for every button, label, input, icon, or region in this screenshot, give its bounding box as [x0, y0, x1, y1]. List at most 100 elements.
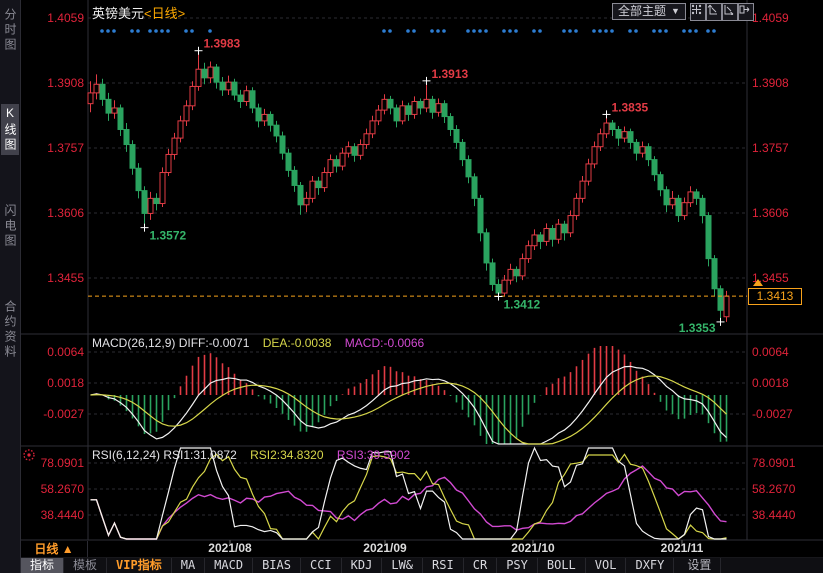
event-dot — [148, 29, 152, 33]
candle — [442, 104, 447, 117]
candle — [550, 228, 555, 239]
candle — [262, 114, 267, 120]
event-dot — [388, 29, 392, 33]
candle — [532, 235, 537, 246]
toolbar-item-DXFY[interactable]: DXFY — [626, 558, 674, 573]
scale-horizontal-icon[interactable] — [722, 3, 738, 21]
toolbar-item-KDJ[interactable]: KDJ — [342, 558, 383, 573]
event-dot — [430, 29, 434, 33]
price-annotation: 1.3412 — [504, 298, 541, 312]
toolbar-item-CCI[interactable]: CCI — [301, 558, 342, 573]
candle — [724, 296, 729, 317]
candle — [244, 91, 249, 102]
candle — [148, 198, 153, 213]
toolbar-item-LW&[interactable]: LW& — [382, 558, 423, 573]
candle — [370, 121, 375, 134]
candle — [190, 86, 195, 105]
candle — [334, 160, 339, 166]
event-dot — [184, 29, 188, 33]
candle — [136, 168, 141, 190]
event-dot — [574, 29, 578, 33]
toolbar-item-模板[interactable]: 模板 — [64, 558, 107, 573]
event-dot — [514, 29, 518, 33]
toolbar-item-BIAS[interactable]: BIAS — [253, 558, 301, 573]
candle — [154, 198, 159, 203]
candle — [328, 160, 333, 173]
candle — [382, 99, 387, 110]
macd-macd-readout: MACD:-0.0066 — [345, 336, 424, 350]
event-dot — [502, 29, 506, 33]
candle — [574, 198, 579, 215]
price-up-arrow-icon — [753, 279, 763, 286]
candle — [112, 108, 117, 113]
toolbar-item-VOL[interactable]: VOL — [586, 558, 627, 573]
toolbar-item-RSI[interactable]: RSI — [423, 558, 464, 573]
macd-axis-label-left: 0.0064 — [28, 345, 84, 359]
rsi-axis-label-right: 38.4440 — [752, 508, 808, 522]
candle — [436, 104, 441, 113]
theme-dropdown[interactable]: 全部主题 ▼ — [612, 3, 686, 20]
event-dot — [190, 29, 194, 33]
candle — [646, 147, 651, 160]
sidebar-tab-flash-chart[interactable]: 闪电图 — [1, 202, 19, 251]
candle — [430, 99, 435, 112]
toolbar-item-指标[interactable]: 指标 — [21, 558, 64, 573]
event-dot — [442, 29, 446, 33]
sidebar-tab-contract-info[interactable]: 合约资料 — [1, 298, 19, 362]
pan-right-icon[interactable] — [738, 3, 754, 21]
candle — [514, 269, 519, 275]
last-price-badge: 1.3413 — [748, 288, 802, 305]
candle — [250, 91, 255, 108]
candle — [520, 259, 525, 276]
candle — [340, 153, 345, 166]
chart-canvas[interactable]: 1.39831.39131.38351.35721.34121.3353 — [0, 0, 823, 573]
candle — [454, 129, 459, 142]
trading-terminal-window: 1.39831.39131.38351.35721.34121.3353 分时图… — [0, 0, 823, 573]
candle — [424, 99, 429, 108]
chevron-down-icon: ▼ — [671, 4, 680, 19]
candle — [568, 216, 573, 233]
move-crosshair-icon[interactable] — [690, 3, 706, 21]
date-label: 2021/10 — [493, 541, 573, 555]
theme-dropdown-label: 全部主题 — [618, 4, 666, 19]
candle — [616, 129, 621, 138]
candle — [460, 142, 465, 159]
candle — [322, 173, 327, 188]
rsi-axis-label-right: 58.2670 — [752, 482, 808, 496]
sidebar-tab-kline-chart[interactable]: K线图 — [1, 104, 19, 155]
candle — [718, 289, 723, 311]
period-selector[interactable]: 日线 ▲ — [21, 541, 88, 557]
candle — [130, 145, 135, 169]
candle — [694, 192, 699, 198]
scale-vertical-icon[interactable] — [706, 3, 722, 21]
event-dot — [106, 29, 110, 33]
price-annotation: 1.3353 — [679, 321, 716, 335]
rsi-axis-label-left: 58.2670 — [28, 482, 84, 496]
candle — [706, 216, 711, 259]
toolbar-item-MACD[interactable]: MACD — [205, 558, 253, 573]
macd-axis-label-left: -0.0027 — [28, 407, 84, 421]
candle — [394, 108, 399, 121]
toolbar-item-CR[interactable]: CR — [464, 558, 497, 573]
candle — [478, 198, 483, 232]
candle — [118, 108, 123, 130]
candle — [700, 198, 705, 215]
macd-axis-label-right: -0.0027 — [752, 407, 808, 421]
event-dot — [532, 29, 536, 33]
chart-title: 英镑美元<日线> — [92, 3, 185, 22]
toolbar-item-PSY[interactable]: PSY — [497, 558, 538, 573]
candle — [544, 228, 549, 241]
candle — [208, 67, 213, 78]
toolbar-item-VIP指标[interactable]: VIP指标 — [107, 558, 172, 573]
candle — [184, 106, 189, 121]
price-axis-label-left: 1.3908 — [28, 76, 84, 90]
candle — [466, 160, 471, 177]
candle — [202, 69, 207, 78]
toolbar-item-MA[interactable]: MA — [172, 558, 205, 573]
event-dot — [694, 29, 698, 33]
toolbar-item-设置[interactable]: 设置 — [678, 558, 721, 573]
toolbar-item-BOLL[interactable]: BOLL — [538, 558, 586, 573]
sidebar-tab-time-chart[interactable]: 分时图 — [1, 6, 19, 55]
candle — [352, 147, 357, 156]
symbol-name: 英镑美元 — [92, 6, 144, 21]
